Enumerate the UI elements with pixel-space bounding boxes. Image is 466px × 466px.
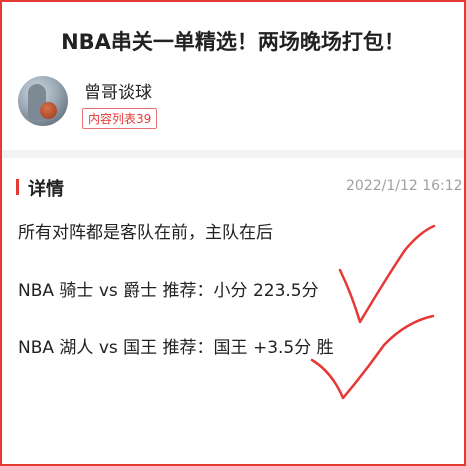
publish-timestamp: 2022/1/12 16:12 bbox=[346, 178, 463, 194]
section-accent-bar bbox=[16, 179, 19, 195]
section-divider bbox=[0, 150, 466, 158]
basketball-icon bbox=[40, 102, 57, 119]
author-name[interactable]: 曾哥谈球 bbox=[84, 78, 152, 103]
check-mark-icon bbox=[338, 224, 436, 324]
detail-header: 详情 2022/1/12 16:12 bbox=[16, 176, 466, 200]
author-avatar[interactable] bbox=[18, 76, 68, 126]
article-title: NBA串关一单精选！两场晚场打包！ bbox=[61, 30, 405, 54]
content-list-badge[interactable]: 内容列表39 bbox=[82, 108, 158, 129]
pick-line-2: NBA 湖人 vs 国王 推荐：国王 +3.5分 胜 bbox=[18, 338, 334, 358]
pick-line-1: NBA 骑士 vs 爵士 推荐：小分 223.5分 bbox=[18, 281, 319, 301]
body-note: 所有对阵都是客队在前，主队在后 bbox=[18, 223, 273, 243]
detail-heading: 详情 bbox=[28, 179, 64, 200]
